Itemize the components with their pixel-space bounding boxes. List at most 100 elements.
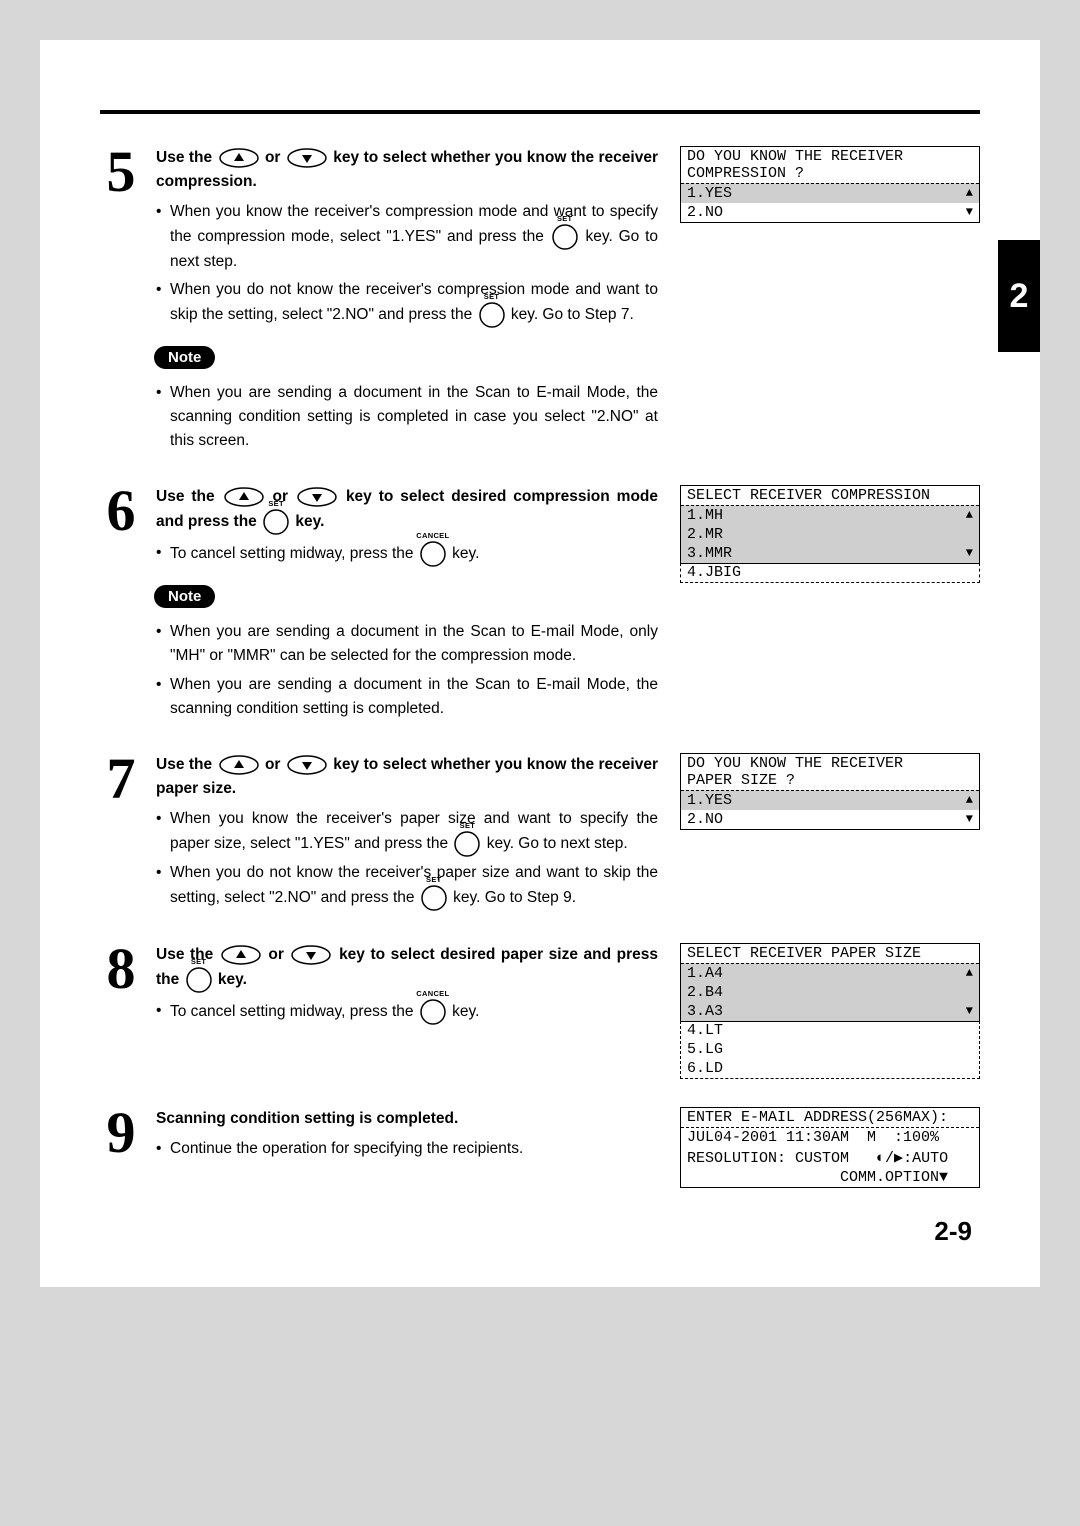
arrow-down-icon <box>966 546 973 560</box>
chapter-tab: 2 <box>998 240 1040 352</box>
bullet: Continue the operation for specifying th… <box>156 1137 658 1161</box>
step-5: 5 Use the or key to select whether you k… <box>100 146 980 457</box>
step-title: Use the or key to select desired compres… <box>156 485 658 535</box>
text: 1.A4 <box>687 965 723 982</box>
lcd-screen-overflow: 4.JBIG <box>680 563 980 583</box>
text: When you do not know the receiver's pape… <box>170 864 658 906</box>
text: or <box>265 149 285 166</box>
lcd-row: 2.NO <box>681 810 979 829</box>
lcd-row: RESOLUTION: CUSTOM ◐/▶:AUTO <box>681 1147 979 1168</box>
set-key-icon: SET <box>421 885 447 911</box>
text: key. <box>218 971 247 988</box>
bullet: When you know the receiver's compression… <box>156 200 658 274</box>
bullet: To cancel setting midway, press the CANC… <box>156 999 658 1025</box>
lcd-row-selected: 1.A4 <box>681 963 979 983</box>
step-number: 6 <box>100 485 142 724</box>
text: 2.NO <box>687 204 723 221</box>
arrow-down-icon <box>966 812 973 826</box>
lcd-row: JUL04-2001 11:30AM M :100% <box>681 1127 979 1147</box>
cancel-key-icon: CANCEL <box>420 999 446 1025</box>
step-6: 6 Use the or key to select desired compr… <box>100 485 980 724</box>
text: key. Go to Step 9. <box>453 889 576 906</box>
lcd-row-selected: 1.MH <box>681 505 979 525</box>
lcd-row-selected: 1.YES <box>681 183 979 203</box>
cancel-key-icon: CANCEL <box>420 541 446 567</box>
note-badge: Note <box>154 585 215 608</box>
text: Use the <box>156 149 217 166</box>
text: 1.YES <box>687 792 732 809</box>
lcd-row: 2.B4 <box>681 983 979 1002</box>
lcd-screen: SELECT RECEIVER PAPER SIZE 1.A4 2.B4 3.A… <box>680 943 980 1022</box>
up-key-icon <box>221 945 261 965</box>
key-label: SET <box>484 291 500 303</box>
text: key. Go to Step 7. <box>511 306 634 323</box>
lcd-row: 3.A3 <box>681 1002 979 1021</box>
text: To cancel setting midway, press the <box>170 546 418 563</box>
up-key-icon <box>219 148 259 168</box>
down-key-icon <box>291 945 331 965</box>
lcd-row: DO YOU KNOW THE RECEIVER PAPER SIZE ? <box>681 754 979 790</box>
text: Use the <box>156 488 222 505</box>
lcd-row: SELECT RECEIVER COMPRESSION <box>681 486 979 505</box>
text: key. Go to next step. <box>487 835 628 852</box>
up-key-icon <box>224 487 264 507</box>
page-number: 2-9 <box>100 1216 980 1247</box>
step-8: 8 Use the or key to select desired paper… <box>100 943 980 1079</box>
lcd-row-selected: 1.YES <box>681 790 979 810</box>
down-key-icon <box>287 755 327 775</box>
lcd-row: 4.JBIG <box>681 563 979 582</box>
lcd-row: 2.MR <box>681 525 979 544</box>
key-label: SET <box>268 498 284 510</box>
lcd-row: SELECT RECEIVER PAPER SIZE <box>681 944 979 963</box>
text: To cancel setting midway, press the <box>170 1003 418 1020</box>
text: 1.YES <box>687 185 732 202</box>
up-key-icon <box>219 755 259 775</box>
bullet: To cancel setting midway, press the CANC… <box>156 541 658 567</box>
step-title: Use the or key to select whether you kno… <box>156 146 658 194</box>
step-number: 5 <box>100 146 142 457</box>
lcd-screen: DO YOU KNOW THE RECEIVER PAPER SIZE ? 1.… <box>680 753 980 830</box>
lcd-screen: SELECT RECEIVER COMPRESSION 1.MH 2.MR 3.… <box>680 485 980 564</box>
text: key. <box>452 1003 479 1020</box>
key-label: SET <box>191 956 207 968</box>
key-label: CANCEL <box>416 988 449 1000</box>
down-key-icon <box>297 487 337 507</box>
lcd-row: 5.LG <box>681 1040 979 1059</box>
step-title: Scanning condition setting is completed. <box>156 1107 658 1131</box>
text: Use the <box>156 756 217 773</box>
key-label: SET <box>460 820 476 832</box>
arrow-down-icon <box>966 205 973 219</box>
arrow-up-icon <box>966 508 973 522</box>
key-label: SET <box>557 213 573 225</box>
text: key. <box>452 546 479 563</box>
lcd-row: COMM.OPTION▼ <box>681 1168 979 1187</box>
note-bullet: When you are sending a document in the S… <box>156 381 658 453</box>
step-7: 7 Use the or key to select whether you k… <box>100 753 980 915</box>
lcd-row: DO YOU KNOW THE RECEIVER COMPRESSION ? <box>681 147 979 183</box>
bullet: When you know the receiver's paper size … <box>156 807 658 857</box>
set-key-icon: SET <box>263 509 289 535</box>
note-bullet: When you are sending a document in the S… <box>156 673 658 721</box>
key-label: SET <box>426 874 442 886</box>
bullet: When you do not know the receiver's comp… <box>156 278 658 328</box>
down-key-icon <box>287 148 327 168</box>
lcd-screen-overflow: 4.LT 5.LG 6.LD <box>680 1021 980 1079</box>
text: 2.NO <box>687 811 723 828</box>
lcd-screen: DO YOU KNOW THE RECEIVER COMPRESSION ? 1… <box>680 146 980 223</box>
lcd-row: 4.LT <box>681 1021 979 1040</box>
lcd-row: ENTER E-MAIL ADDRESS(256MAX): <box>681 1108 979 1127</box>
top-rule <box>100 110 980 114</box>
key-label: CANCEL <box>416 530 449 542</box>
arrow-up-icon <box>966 186 973 200</box>
arrow-down-icon <box>966 1004 973 1018</box>
text: 3.A3 <box>687 1003 723 1020</box>
set-key-icon: SET <box>454 831 480 857</box>
arrow-up-icon <box>966 966 973 980</box>
step-title: Use the or key to select desired paper s… <box>156 943 658 993</box>
lcd-row: 2.NO <box>681 203 979 222</box>
lcd-row: 3.MMR <box>681 544 979 563</box>
set-key-icon: SET <box>186 967 212 993</box>
lcd-screen: ENTER E-MAIL ADDRESS(256MAX): JUL04-2001… <box>680 1107 980 1188</box>
step-number: 8 <box>100 943 142 1079</box>
note-bullet: When you are sending a document in the S… <box>156 620 658 668</box>
